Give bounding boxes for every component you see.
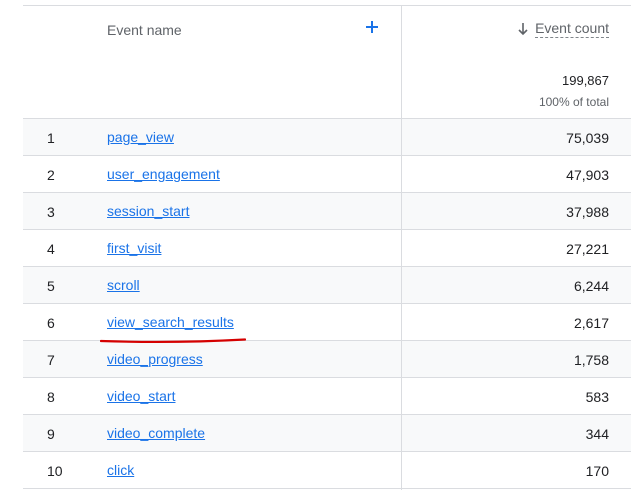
- plus-icon[interactable]: [363, 18, 381, 36]
- event-count-value: 170: [585, 463, 609, 479]
- event-count-value: 75,039: [566, 130, 609, 146]
- event-count-percent-of-total: 100% of total: [538, 95, 609, 109]
- row-rank: 8: [47, 389, 55, 405]
- event-name-column-header[interactable]: Event name: [107, 22, 182, 38]
- events-table: Event name Event count 199,867 100% of t…: [23, 5, 631, 490]
- table-row: 5 scroll 6,244: [23, 267, 631, 304]
- table-header: Event name Event count 199,867 100% of t…: [23, 6, 631, 119]
- event-count-value: 6,244: [573, 278, 609, 294]
- table-row: 7 video_progress 1,758: [23, 341, 631, 378]
- row-rank: 7: [47, 352, 55, 368]
- table-row: 10 click 170: [23, 452, 631, 489]
- table-row: 4 first_visit 27,221: [23, 230, 631, 267]
- event-name-link[interactable]: scroll: [107, 277, 140, 293]
- event-count-total: 199,867: [562, 73, 609, 88]
- event-count-value: 583: [585, 389, 609, 405]
- table-row: 8 video_start 583: [23, 378, 631, 415]
- event-name-link[interactable]: click: [107, 462, 134, 478]
- event-name-link[interactable]: user_engagement: [107, 166, 220, 182]
- arrow-down-icon[interactable]: [517, 22, 529, 36]
- event-count-value: 47,903: [566, 167, 609, 183]
- table-row: 9 video_complete 344: [23, 415, 631, 452]
- column-divider: [401, 6, 402, 490]
- table-body: 1 page_view 75,039 2 user_engagement 47,…: [23, 119, 631, 489]
- event-count-value: 37,988: [566, 204, 609, 220]
- event-count-value: 344: [585, 426, 609, 442]
- row-rank: 9: [47, 426, 55, 442]
- row-rank: 10: [47, 463, 63, 479]
- event-name-link[interactable]: video_progress: [107, 351, 203, 367]
- table-row: 3 session_start 37,988: [23, 193, 631, 230]
- row-rank: 5: [47, 278, 55, 294]
- event-name-link[interactable]: video_complete: [107, 425, 205, 441]
- table-row: 2 user_engagement 47,903: [23, 156, 631, 193]
- event-count-value: 27,221: [566, 241, 609, 257]
- event-count-column-header[interactable]: Event count: [535, 20, 609, 38]
- row-rank: 1: [47, 130, 55, 146]
- event-count-value: 1,758: [573, 352, 609, 368]
- table-row: 1 page_view 75,039: [23, 119, 631, 156]
- red-highlight-underline: [100, 338, 246, 344]
- event-name-link[interactable]: page_view: [107, 129, 174, 145]
- table-row: 6 view_search_results 2,617: [23, 304, 631, 341]
- event-name-link[interactable]: view_search_results: [107, 314, 234, 330]
- event-name-link[interactable]: video_start: [107, 388, 175, 404]
- event-count-value: 2,617: [573, 315, 609, 331]
- row-rank: 3: [47, 204, 55, 220]
- event-name-link[interactable]: first_visit: [107, 240, 161, 256]
- row-rank: 4: [47, 241, 55, 257]
- row-rank: 6: [47, 315, 55, 331]
- event-name-link[interactable]: session_start: [107, 203, 189, 219]
- row-rank: 2: [47, 167, 55, 183]
